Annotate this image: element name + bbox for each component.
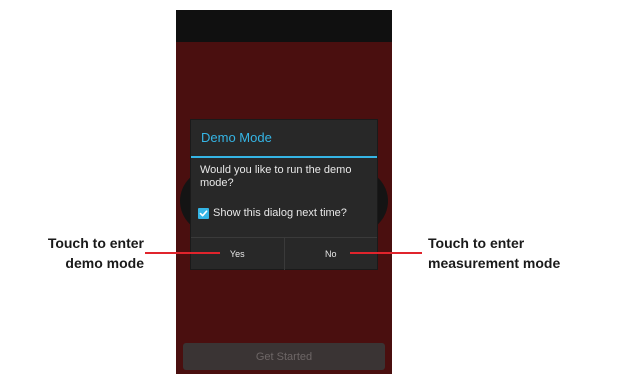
demo-callout-line1: Touch to enter [47,235,144,251]
screenshot-stage: Demo Mode Would you like to run the demo… [0,0,626,375]
get-started-button[interactable]: Get Started [183,343,385,370]
measurement-callout-line2: measurement mode [428,255,561,271]
demo-mode-dialog: Demo Mode Would you like to run the demo… [191,120,378,270]
measurement-callout-line1: Touch to enter [428,235,525,251]
status-bar [176,10,392,42]
show-dialog-checkbox-label: Show this dialog next time? [213,207,347,219]
show-dialog-checkbox[interactable] [198,207,209,219]
dialog-title-divider [191,156,377,158]
demo-callout-line2: demo mode [65,255,144,271]
measurement-mode-callout: Touch to enter measurement mode [428,233,560,273]
demo-mode-callout: Touch to enter demo mode [16,233,144,273]
checkmark-icon [199,209,208,216]
measurement-callout-pointer [350,252,422,254]
phone-screen: Demo Mode Would you like to run the demo… [176,10,392,374]
no-button[interactable]: No [285,238,378,270]
demo-callout-pointer [145,252,220,254]
dialog-title: Demo Mode [201,130,272,145]
show-dialog-checkbox-row[interactable]: Show this dialog next time? [198,206,347,220]
yes-button[interactable]: Yes [191,238,285,270]
dialog-message: Would you like to run the demo mode? [200,164,352,189]
